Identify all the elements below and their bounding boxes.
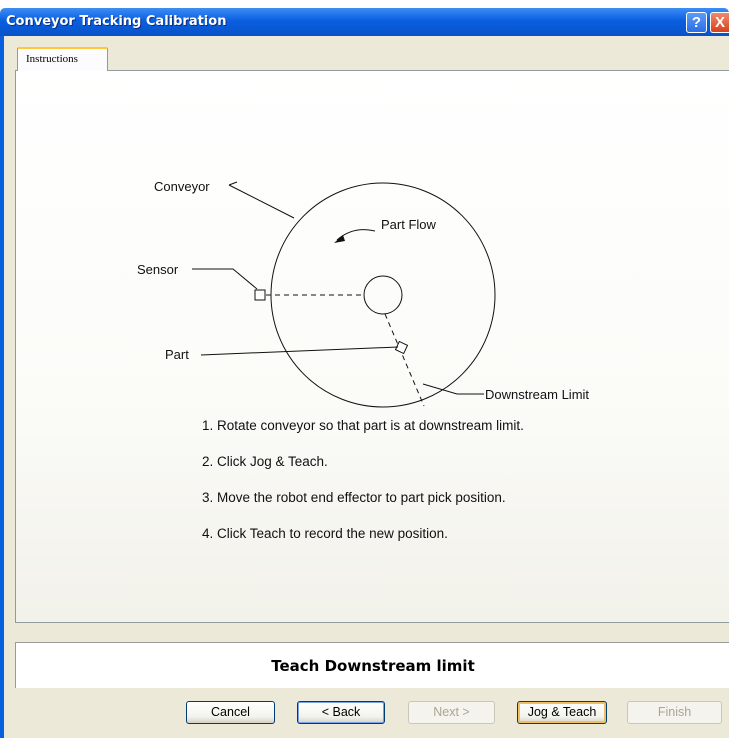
help-icon: ? <box>691 14 702 31</box>
back-button-label: < Back <box>321 705 361 719</box>
title-bar[interactable]: Conveyor Tracking Calibration ? X <box>0 8 729 36</box>
cancel-button-label: Cancel <box>211 705 250 719</box>
label-conveyor: Conveyor <box>154 179 210 194</box>
instruction-step-2: 2. Click Jog & Teach. <box>202 454 328 469</box>
close-button[interactable]: X <box>710 12 729 33</box>
next-button-label: Next > <box>433 705 470 719</box>
window-border <box>0 36 4 738</box>
label-downstream-limit: Downstream Limit <box>485 387 589 402</box>
status-message-box: Teach Downstream limit <box>15 642 729 688</box>
hub-circle <box>363 275 403 315</box>
jog-teach-button-label: Jog & Teach <box>527 705 597 719</box>
label-part: Part <box>165 347 189 362</box>
tab-label: Instructions <box>26 53 78 65</box>
instruction-step-1: 1. Rotate conveyor so that part is at do… <box>202 418 524 433</box>
finish-button-label: Finish <box>657 705 692 719</box>
help-button[interactable]: ? <box>686 12 707 33</box>
label-part-flow: Part Flow <box>381 217 437 232</box>
next-button[interactable]: Next > <box>408 701 495 724</box>
tab-instructions[interactable]: Instructions <box>17 47 108 71</box>
cancel-button[interactable]: Cancel <box>186 701 275 724</box>
window-title: Conveyor Tracking Calibration <box>6 14 227 29</box>
instruction-step-3: 3. Move the robot end effector to part p… <box>202 490 506 505</box>
instruction-step-4: 4. Click Teach to record the new positio… <box>202 526 448 541</box>
label-sensor: Sensor <box>137 262 179 277</box>
back-button[interactable]: < Back <box>297 701 385 724</box>
conveyor-diagram: Conveyor Part Flow Sensor Part Downstrea… <box>137 179 589 408</box>
finish-button[interactable]: Finish <box>627 701 722 724</box>
close-icon: X <box>714 14 725 31</box>
jog-teach-button[interactable]: Jog & Teach <box>517 701 607 724</box>
sensor-icon <box>254 289 266 301</box>
status-message: Teach Downstream limit <box>271 657 475 675</box>
